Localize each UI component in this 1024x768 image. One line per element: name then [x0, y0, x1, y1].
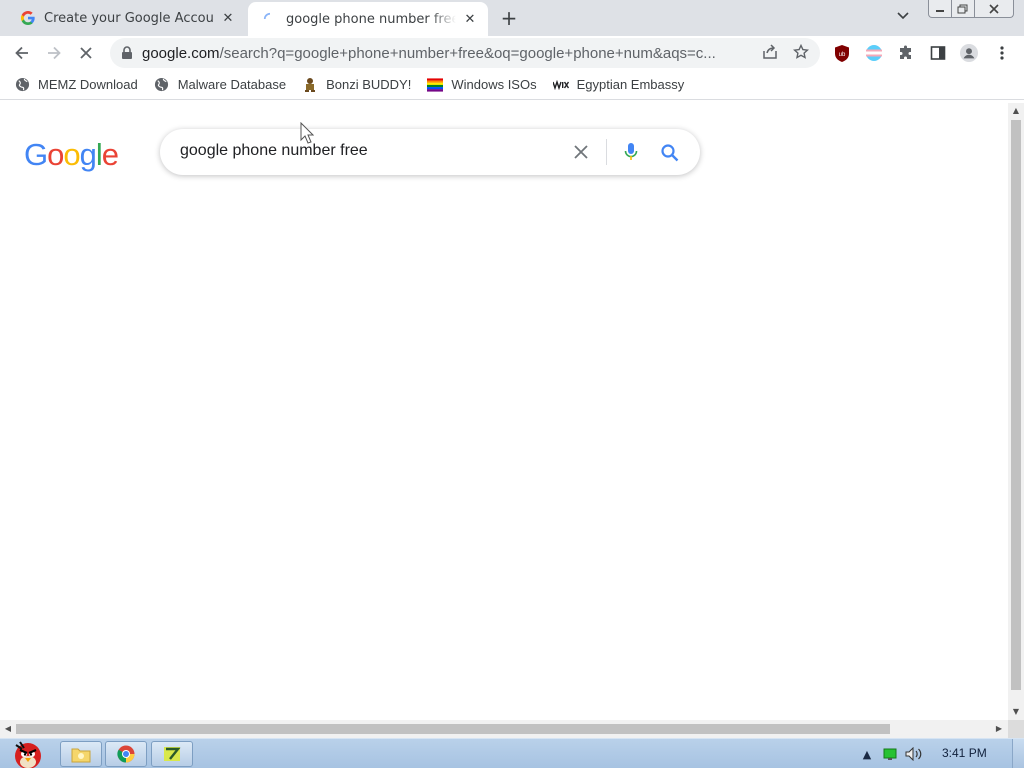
horizontal-scrollbar[interactable]: ◀ ▶: [0, 720, 1008, 738]
bookmark-label: Malware Database: [177, 77, 287, 92]
close-icon: [989, 3, 999, 14]
minimize-icon: [936, 9, 944, 12]
tab-create-google-account[interactable]: Create your Google Account ✕: [0, 0, 246, 36]
scrollbar-corner: [1008, 720, 1024, 738]
bookmark-label: Bonzi BUDDY!: [326, 77, 412, 92]
menu-kebab-icon[interactable]: [993, 44, 1011, 62]
search-divider: [606, 139, 607, 165]
search-box[interactable]: google phone number free: [160, 129, 700, 175]
taskbar-clock[interactable]: 3:41 PM: [942, 746, 987, 760]
taskbar-chrome-button[interactable]: [105, 741, 147, 767]
stop-button[interactable]: [74, 41, 98, 65]
vertical-scrollbar[interactable]: ▲ ▼: [1008, 103, 1024, 720]
volume-icon[interactable]: [905, 745, 923, 763]
url-text[interactable]: google.com/search?q=google+phone+number+…: [142, 45, 742, 62]
tab-google-search[interactable]: google phone number free - Google Search…: [248, 2, 488, 36]
scroll-right-arrow-icon[interactable]: ▶: [994, 724, 1004, 734]
lock-icon[interactable]: [120, 46, 134, 60]
bookmark-label: MEMZ Download: [38, 77, 138, 92]
bookmark-label: Windows ISOs: [451, 77, 537, 92]
url-host: google.com: [142, 44, 220, 62]
google-logo[interactable]: Google: [24, 137, 119, 173]
extensions-puzzle-icon[interactable]: [897, 44, 915, 62]
bookmark-windows-isos[interactable]: Windows ISOs: [427, 77, 537, 93]
url-path: /search?q=google+phone+number+free&oq=go…: [219, 44, 716, 62]
network-icon[interactable]: [881, 745, 899, 763]
show-hidden-icons-arrow-icon[interactable]: ▲: [858, 745, 876, 763]
forward-arrow-icon: [48, 46, 61, 60]
share-icon[interactable]: [761, 43, 779, 61]
bookmark-bonzi-buddy[interactable]: Bonzi BUDDY!: [302, 77, 411, 93]
mouse-cursor-icon: [300, 122, 314, 144]
microphone-icon[interactable]: [620, 141, 642, 163]
restore-button[interactable]: [951, 0, 975, 18]
windows-taskbar: ▲ 3:41 PM: [0, 738, 1024, 768]
close-tab-icon[interactable]: ✕: [462, 11, 478, 27]
trans-flag-extension-icon[interactable]: [865, 44, 883, 62]
bookmark-star-icon[interactable]: [792, 43, 810, 61]
clear-search-icon[interactable]: [570, 141, 592, 163]
taskbar-explorer-button[interactable]: [60, 741, 102, 767]
bookmark-memz-download[interactable]: MEMZ Download: [14, 77, 138, 93]
rainbow-flag-icon: [427, 77, 444, 93]
ublock-origin-icon[interactable]: ub: [833, 44, 851, 62]
bookmark-label: Egyptian Embassy: [576, 77, 685, 92]
search-input[interactable]: google phone number free: [180, 142, 368, 160]
bookmarks-bar: MEMZ Download Malware Database Bonzi BUD…: [0, 70, 1024, 100]
google-g-icon: [20, 10, 36, 26]
search-icon[interactable]: [658, 141, 682, 165]
folder-icon: [71, 748, 91, 763]
back-arrow-icon: [15, 46, 28, 60]
side-panel-icon[interactable]: [929, 44, 947, 62]
globe-icon: [14, 77, 30, 93]
address-bar[interactable]: google.com/search?q=google+phone+number+…: [110, 38, 820, 68]
stop-loading-icon: [80, 47, 92, 59]
start-button[interactable]: [4, 739, 52, 768]
globe-icon: [154, 77, 170, 93]
loading-spinner-icon: [262, 11, 278, 27]
new-tab-button[interactable]: +: [498, 6, 520, 30]
tab-strip: Create your Google Account ✕ google phon…: [0, 0, 1024, 36]
page-content: Google google phone number free: [0, 103, 1008, 720]
taskbar-app-button[interactable]: [151, 741, 193, 767]
forward-button[interactable]: [42, 41, 66, 65]
bookmark-malware-database[interactable]: Malware Database: [154, 77, 286, 93]
profile-avatar-icon[interactable]: [960, 44, 978, 62]
close-tab-icon[interactable]: ✕: [220, 10, 236, 26]
vertical-scroll-thumb[interactable]: [1011, 120, 1021, 690]
colorful-app-icon: [164, 747, 181, 761]
tab-title: Create your Google Account: [44, 10, 214, 26]
close-window-button[interactable]: [974, 0, 1014, 18]
chrome-icon: [117, 745, 135, 763]
back-button[interactable]: [10, 41, 34, 65]
horizontal-scroll-thumb[interactable]: [16, 724, 890, 734]
scroll-down-arrow-icon[interactable]: ▼: [1012, 708, 1020, 716]
minimize-button[interactable]: [928, 0, 952, 18]
show-desktop-button[interactable]: [1012, 739, 1024, 768]
wix-icon: [552, 77, 569, 93]
scroll-left-arrow-icon[interactable]: ◀: [3, 724, 13, 734]
scroll-up-arrow-icon[interactable]: ▲: [1012, 107, 1020, 115]
svg-text:ub: ub: [839, 52, 846, 58]
tab-search-chevron-icon[interactable]: [896, 8, 914, 26]
angry-bird-start-icon: [15, 741, 41, 768]
restore-icon: [957, 4, 968, 13]
browser-toolbar: google.com/search?q=google+phone+number+…: [0, 36, 1024, 70]
bonzi-icon: [302, 77, 318, 93]
bookmark-egyptian-embassy[interactable]: Egyptian Embassy: [552, 77, 685, 93]
tab-title: google phone number free - Google Search: [286, 11, 456, 27]
